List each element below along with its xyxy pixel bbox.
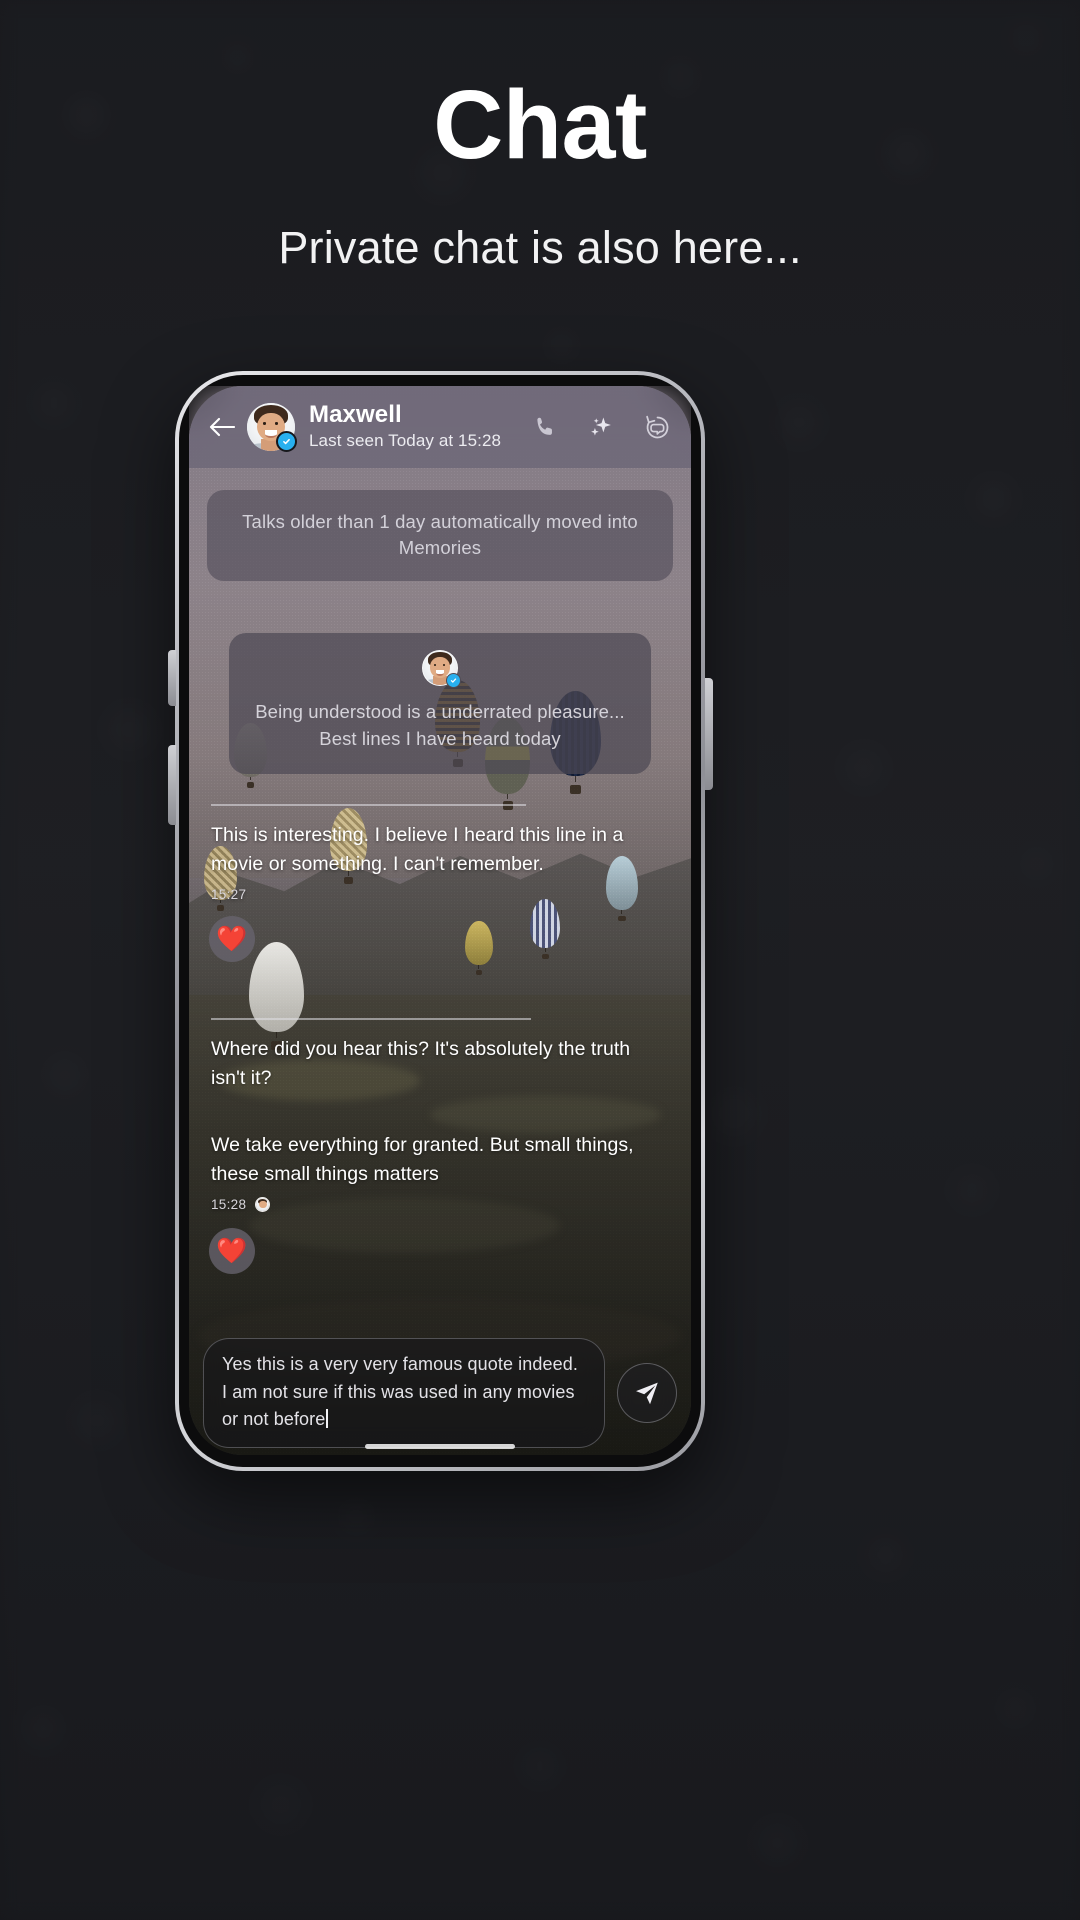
back-button[interactable]	[205, 410, 239, 444]
message-text: This is interesting. I believe I heard t…	[211, 823, 624, 876]
phone-screen: Maxwell Last seen Today at 15:28 Talks o…	[189, 386, 691, 1455]
message-row-incoming[interactable]: We take everything for granted. But smal…	[189, 1116, 691, 1216]
verified-badge-icon	[446, 672, 461, 688]
phone-mute-switch[interactable]	[168, 650, 176, 706]
read-receipt-avatar	[255, 1197, 271, 1213]
peer-avatar-wrap[interactable]	[247, 403, 297, 452]
restore-history-icon	[645, 415, 668, 438]
ai-assist-button[interactable]	[587, 413, 615, 441]
message-time: 15:27	[211, 887, 247, 903]
message-meta: 15:28	[211, 1197, 669, 1216]
send-paper-plane-icon	[636, 1382, 658, 1405]
peer-name: Maxwell	[309, 401, 402, 429]
message-input[interactable]: Yes this is a very very famous quote ind…	[203, 1338, 605, 1448]
wallpaper-gap	[189, 1274, 691, 1343]
phone-mockup: Maxwell Last seen Today at 15:28 Talks o…	[175, 371, 705, 1471]
chat-header: Maxwell Last seen Today at 15:28	[189, 386, 691, 468]
header-actions	[531, 413, 673, 441]
message-meta: 15:27	[211, 887, 669, 906]
arrow-left-icon	[209, 417, 235, 437]
text-caret	[326, 1409, 329, 1429]
message-row-incoming[interactable]: Where did you hear this? It's absolutely…	[189, 1020, 691, 1094]
call-button[interactable]	[531, 413, 559, 441]
message-input-value: Yes this is a very very famous quote ind…	[222, 1354, 578, 1430]
message-composer: Yes this is a very very famous quote ind…	[189, 1338, 691, 1455]
quote-line-2: Best lines I have heard today	[319, 727, 561, 749]
phone-power-button[interactable]	[705, 678, 713, 790]
peer-meta: Maxwell Last seen Today at 15:28	[309, 401, 531, 452]
message-text: Where did you hear this? It's absolutely…	[211, 1037, 631, 1090]
memories-banner[interactable]: Talks older than 1 day automatically mov…	[207, 490, 673, 581]
message-reaction[interactable]: ❤️	[209, 916, 255, 963]
peer-status: Last seen Today at 15:28	[309, 430, 502, 450]
history-button[interactable]	[643, 413, 671, 441]
verified-badge-icon	[276, 431, 297, 452]
phone-icon	[536, 417, 552, 435]
quote-card[interactable]: Being understood is a underrated pleasur…	[229, 632, 651, 775]
send-button[interactable]	[617, 1363, 677, 1423]
phone-bezel: Maxwell Last seen Today at 15:28 Talks o…	[179, 375, 701, 1467]
page-subtitle: Private chat is also here...	[278, 222, 802, 273]
message-text: We take everything for granted. But smal…	[211, 1133, 634, 1186]
message-reaction[interactable]: ❤️	[209, 1228, 255, 1275]
message-time: 15:28	[211, 1197, 247, 1213]
headline-block: Chat Private chat is also here...	[0, 0, 1080, 270]
home-indicator	[365, 1444, 515, 1449]
message-row-incoming[interactable]: This is interesting. I believe I heard t…	[189, 806, 691, 906]
page-title: Chat	[433, 70, 647, 179]
message-list[interactable]: Talks older than 1 day automatically mov…	[189, 468, 691, 1343]
quote-line-1: Being understood is a underrated pleasur…	[255, 700, 625, 722]
quote-avatar-wrap	[422, 649, 461, 688]
sparkles-icon	[591, 417, 611, 436]
phone-volume-button[interactable]	[168, 745, 176, 825]
wallpaper-gap	[189, 962, 691, 1018]
